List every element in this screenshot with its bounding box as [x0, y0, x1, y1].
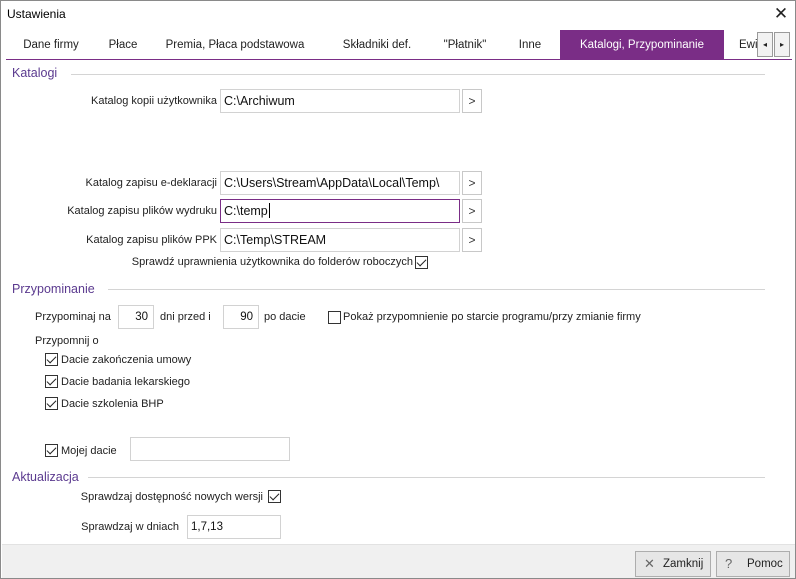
szkolenie-bhp-checkbox[interactable] — [45, 397, 58, 410]
tab-place[interactable]: Płace — [96, 30, 150, 60]
tab-premia[interactable]: Premia, Płaca podstawowa — [150, 30, 320, 60]
close-icon: ✕ — [644, 556, 655, 571]
kopii-label: Katalog kopii użytkownika — [91, 95, 217, 107]
pokaz-przypomnienie-checkbox[interactable] — [328, 311, 341, 324]
section-divider — [108, 289, 765, 290]
tab-ewi[interactable]: Ewi — [724, 30, 758, 60]
ppk-browse-button[interactable]: > — [462, 228, 482, 252]
sprawdz-uprawnienia-checkbox[interactable] — [415, 256, 428, 269]
window-title: Ustawienia — [7, 7, 66, 21]
kopii-browse-button[interactable]: > — [462, 89, 482, 113]
dni-przed-label: dni przed i — [160, 311, 211, 323]
section-katalogi-title: Katalogi — [12, 66, 58, 80]
days-before-input[interactable]: 30 — [118, 305, 154, 329]
zakonczenie-umowy-label: Dacie zakończenia umowy — [61, 354, 192, 366]
wydruku-browse-button[interactable]: > — [462, 199, 482, 223]
w-dniach-label: Sprawdzaj w dniach — [81, 521, 179, 533]
przypominaj-na-label: Przypominaj na — [35, 311, 111, 323]
przypomnij-o-label: Przypomnij o — [35, 335, 99, 347]
section-aktualizacja-title: Aktualizacja — [12, 470, 79, 484]
pomoc-label: Pomoc — [747, 558, 783, 570]
zamknij-button[interactable]: ✕ Zamknij — [635, 551, 711, 577]
po-dacie-label: po dacie — [264, 311, 306, 323]
text-caret — [268, 203, 270, 218]
ppk-label: Katalog zapisu plików PPK — [86, 234, 217, 246]
wydruku-path-value: C:\temp — [224, 204, 268, 218]
tab-skladniki[interactable]: Składniki def. — [324, 30, 430, 60]
title-bar: Ustawienia ✕ — [1, 1, 795, 28]
tab-scroll-right-icon[interactable]: ▸ — [774, 32, 790, 57]
moja-data-input[interactable] — [130, 437, 290, 461]
settings-window: Ustawienia ✕ Dane firmy Płace Premia, Pł… — [0, 0, 796, 579]
kopii-path-input[interactable]: C:\Archiwum — [220, 89, 460, 113]
edeklaracji-browse-button[interactable]: > — [462, 171, 482, 195]
close-icon[interactable]: ✕ — [769, 3, 793, 25]
badanie-lekarskie-checkbox[interactable] — [45, 375, 58, 388]
pokaz-przypomnienie-label: Pokaż przypomnienie po starcie programu/… — [343, 311, 641, 323]
zamknij-label: Zamknij — [663, 558, 704, 570]
days-after-input[interactable]: 90 — [223, 305, 259, 329]
sprawdzaj-wersje-checkbox[interactable] — [268, 490, 281, 503]
tab-inne[interactable]: Inne — [500, 30, 560, 60]
pomoc-button[interactable]: ? Pomoc — [716, 551, 790, 577]
ppk-path-input[interactable]: C:\Temp\STREAM — [220, 228, 460, 252]
tab-scroll-left-icon[interactable]: ◂ — [757, 32, 773, 57]
section-divider — [88, 477, 765, 478]
tab-katalogi-przypominanie[interactable]: Katalogi, Przypominanie — [560, 30, 724, 60]
zakonczenie-umowy-checkbox[interactable] — [45, 353, 58, 366]
edeklaracji-path-input[interactable]: C:\Users\Stream\AppData\Local\Temp\ — [220, 171, 460, 195]
sprawdz-uprawnienia-label: Sprawdź uprawnienia użytkownika do folde… — [131, 256, 413, 268]
badanie-lekarskie-label: Dacie badania lekarskiego — [61, 376, 191, 388]
moja-data-checkbox[interactable] — [45, 444, 58, 457]
help-icon: ? — [725, 556, 733, 571]
section-przypominanie-title: Przypominanie — [12, 282, 95, 296]
section-divider — [71, 74, 765, 75]
w-dniach-input[interactable]: 1,7,13 — [187, 515, 281, 539]
tab-bar: Dane firmy Płace Premia, Płaca podstawow… — [6, 30, 792, 60]
szkolenie-bhp-label: Dacie szkolenia BHP — [61, 398, 164, 410]
sprawdzaj-wersje-label: Sprawdzaj dostępność nowych wersji — [80, 491, 263, 503]
footer-bar: ✕ Zamknij ? Pomoc — [2, 544, 795, 578]
wydruku-path-input[interactable]: C:\temp — [220, 199, 460, 223]
tab-dane-firmy[interactable]: Dane firmy — [6, 30, 96, 60]
tab-platnik[interactable]: "Płatnik" — [430, 30, 500, 60]
wydruku-label: Katalog zapisu plików wydruku — [67, 205, 217, 217]
edeklaracji-label: Katalog zapisu e-deklaracji — [85, 177, 217, 189]
moja-data-label: Mojej dacie — [61, 445, 117, 457]
